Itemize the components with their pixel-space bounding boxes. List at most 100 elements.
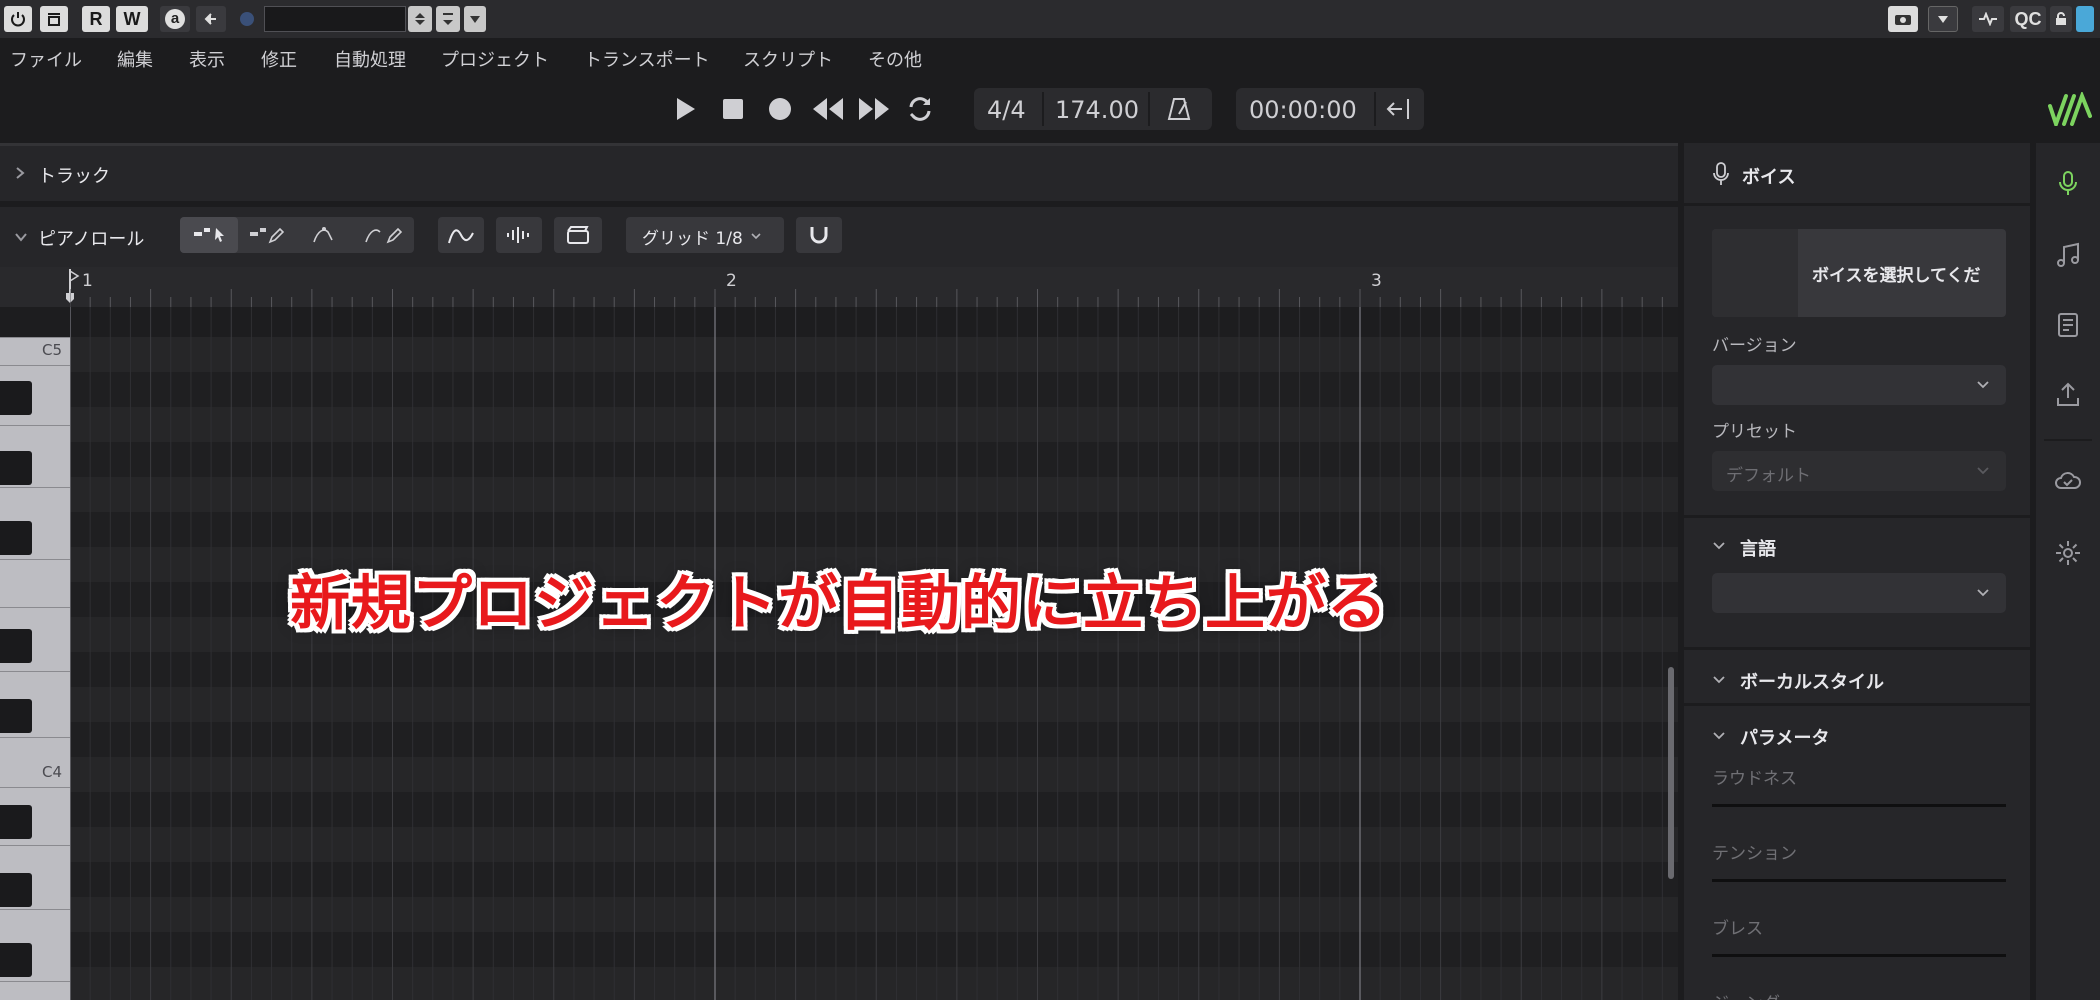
window-icon[interactable]: [2076, 6, 2094, 32]
microphone-icon[interactable]: [2054, 169, 2082, 197]
cloud-check-icon[interactable]: [2054, 467, 2082, 495]
chevron-down-icon: [1977, 381, 1989, 389]
param-gender-label: ジェンダー: [1712, 989, 1797, 1000]
camera-icon[interactable]: [1888, 6, 1918, 32]
menu-transport[interactable]: トランスポート: [584, 46, 710, 72]
menu-edit[interactable]: 編集: [117, 46, 153, 72]
read-automation-button[interactable]: R: [82, 6, 110, 32]
black-key[interactable]: [0, 873, 32, 907]
param-tension-slider[interactable]: [1712, 879, 2006, 882]
time-display[interactable]: 00:00:00: [1249, 96, 1357, 124]
qc-button[interactable]: QC: [2010, 6, 2046, 32]
menu-file[interactable]: ファイル: [10, 46, 82, 72]
key-label-c5: C5: [41, 341, 62, 359]
record-icon[interactable]: [765, 94, 795, 124]
menu-view[interactable]: 表示: [189, 46, 225, 72]
tempo-value[interactable]: 174.00: [1055, 96, 1139, 124]
parameters-section-title[interactable]: パラメータ: [1740, 724, 1829, 750]
return-to-start-icon[interactable]: [1384, 96, 1412, 122]
grid-dropdown[interactable]: グリッド 1/8: [626, 217, 784, 253]
curve-tool-icon[interactable]: [310, 226, 344, 244]
preset-name-field[interactable]: [264, 6, 406, 32]
gear-icon[interactable]: [2054, 539, 2082, 567]
menu-other[interactable]: その他: [868, 46, 922, 72]
black-key[interactable]: [0, 381, 32, 415]
chevron-down-icon[interactable]: [1712, 675, 1726, 685]
version-select[interactable]: [1712, 365, 2006, 405]
waveform-button[interactable]: [496, 217, 542, 253]
preset-menu-icon[interactable]: [464, 6, 486, 32]
video-button[interactable]: [554, 217, 602, 253]
black-key[interactable]: [0, 521, 32, 555]
divider: [1042, 92, 1044, 126]
grid-row: [70, 757, 1678, 792]
back-arrow-icon[interactable]: [196, 6, 226, 32]
track-panel-title[interactable]: トラック: [38, 162, 110, 188]
timeline-ruler[interactable]: 1 2 3: [0, 267, 1678, 307]
black-key[interactable]: [0, 451, 32, 485]
chevron-right-icon[interactable]: [14, 166, 26, 180]
lyrics-book-icon[interactable]: [2054, 311, 2082, 339]
rewind-icon[interactable]: [810, 94, 846, 124]
chevron-down-icon[interactable]: [1712, 541, 1726, 551]
preset-next-icon[interactable]: [436, 6, 460, 32]
language-select[interactable]: [1712, 573, 2006, 613]
menu-automation[interactable]: 自動処理: [334, 46, 406, 72]
menu-project[interactable]: プロジェクト: [441, 46, 549, 72]
menu-script[interactable]: スクリプト: [743, 46, 833, 72]
dropdown-icon[interactable]: [1928, 6, 1958, 32]
param-breath-slider[interactable]: [1712, 954, 2006, 957]
param-loudness-slider[interactable]: [1712, 804, 2006, 807]
bypass-icon[interactable]: [40, 6, 68, 32]
piano-roll-title[interactable]: ピアノロール: [38, 225, 144, 251]
snap-button[interactable]: [796, 217, 842, 253]
activity-icon[interactable]: [1972, 6, 2004, 32]
chevron-down-icon[interactable]: [14, 231, 28, 243]
write-automation-button[interactable]: W: [116, 6, 148, 32]
grid-row: [70, 652, 1678, 687]
black-key[interactable]: [0, 629, 32, 663]
play-icon[interactable]: [670, 94, 700, 124]
grid-row: [70, 792, 1678, 827]
menu-modify[interactable]: 修正: [261, 46, 297, 72]
side-rail: [2036, 143, 2100, 1000]
menu-bar: ファイル 編集 表示 修正 自動処理 プロジェクト トランスポート スクリプト …: [0, 38, 2100, 78]
black-key[interactable]: [0, 805, 32, 839]
voice-select-box[interactable]: ボイスを選択してくだ: [1712, 229, 2006, 317]
link-indicator-icon: [240, 12, 254, 26]
music-note-icon[interactable]: [2054, 241, 2082, 269]
key-label-c4: C4: [41, 763, 62, 781]
language-section-title[interactable]: 言語: [1740, 535, 1776, 561]
stop-icon[interactable]: [718, 94, 748, 124]
preset-select[interactable]: デフォルト: [1712, 451, 2006, 491]
export-icon[interactable]: [2054, 381, 2082, 409]
grid-row: [70, 932, 1678, 967]
grid-row: [70, 897, 1678, 932]
a-button[interactable]: a: [160, 6, 190, 32]
magnet-icon: [810, 227, 828, 244]
vertical-scrollbar[interactable]: [1668, 667, 1674, 879]
fast-forward-icon[interactable]: [856, 94, 892, 124]
pencil-tool-icon[interactable]: [248, 226, 284, 244]
lock-icon[interactable]: [2050, 6, 2072, 32]
loop-icon[interactable]: [905, 94, 935, 124]
power-icon[interactable]: [4, 6, 32, 32]
black-key[interactable]: [0, 943, 32, 977]
vocal-style-section-title[interactable]: ボーカルスタイル: [1740, 668, 1884, 694]
time-signature[interactable]: 4/4: [987, 96, 1026, 124]
pitch-curve-button[interactable]: [438, 217, 484, 253]
grid-row: [70, 722, 1678, 757]
preset-up-down-icon[interactable]: [408, 6, 432, 32]
voice-panel-title: ボイス: [1742, 167, 1796, 188]
select-tool-button[interactable]: [180, 217, 238, 253]
metronome-icon[interactable]: [1166, 96, 1192, 122]
grid-row: [70, 862, 1678, 897]
select-tool-icon: [194, 228, 224, 242]
black-key[interactable]: [0, 699, 32, 733]
note-grid[interactable]: [70, 307, 1678, 1000]
track-panel: トラック: [0, 143, 1678, 201]
grid-label: グリッド 1/8: [642, 229, 743, 249]
curve-pencil-tool-icon[interactable]: [364, 226, 404, 244]
piano-keyboard[interactable]: C5 C4: [0, 337, 70, 1000]
chevron-down-icon[interactable]: [1712, 731, 1726, 741]
